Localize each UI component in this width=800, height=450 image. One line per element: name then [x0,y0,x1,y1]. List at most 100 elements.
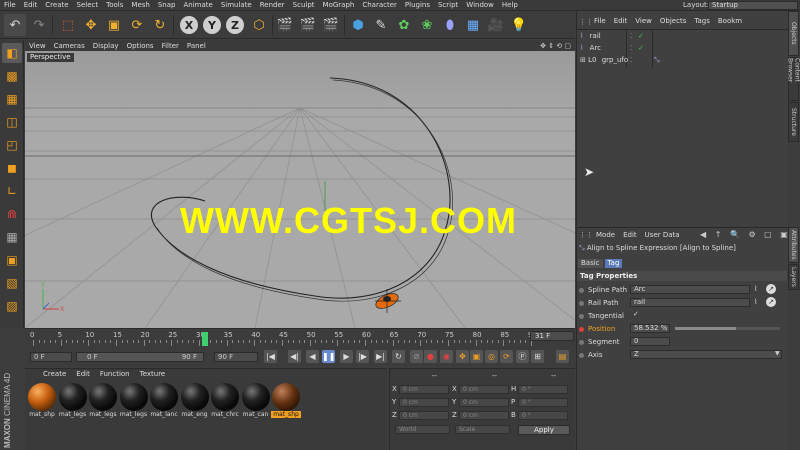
snap-magnet-icon[interactable]: ⋒ [2,204,22,224]
keyframe-selection-icon[interactable]: ✥ [456,350,469,363]
object-menu-tags[interactable]: Tags [690,17,714,25]
coord-space-dropdown[interactable]: World [395,425,450,434]
attribute-nav-icons[interactable]: ◀ ↑ 🔍 ⚙ ▢ ▣ [700,230,791,239]
previous-key-icon[interactable]: ◀| [288,350,301,363]
rotate-icon[interactable]: ⟳ [126,14,148,36]
spline-link-icon[interactable]: ⌇ [754,298,763,307]
attribute-grip-icon[interactable]: ⋮⋮ [579,231,593,239]
coord-mode-dropdown[interactable]: Scale [455,425,510,434]
coord-value-field[interactable]: 0 ° [518,411,568,420]
apply-button[interactable]: Apply [518,425,570,435]
viewport-menu-filter[interactable]: Filter [158,42,183,50]
menu-mesh[interactable]: Mesh [127,1,153,9]
loop-icon[interactable]: ↻ [392,350,405,363]
viewport-menu-options[interactable]: Options [123,42,158,50]
workplane-icon[interactable]: ▦ [2,89,22,109]
autokey-icon[interactable]: ◉ [440,350,453,363]
attribute-menu-mode[interactable]: Mode [592,231,619,239]
deformer-icon[interactable]: ⬮ [439,14,461,36]
object-menu-view[interactable]: View [631,17,656,25]
menu-script[interactable]: Script [434,1,462,9]
array-icon[interactable]: ❀ [416,14,438,36]
coord-value-field[interactable]: 0 cm [459,398,509,407]
position-key-icon[interactable]: ▣ [470,350,483,363]
x-axis-button[interactable]: X [180,16,198,34]
redo-icon[interactable]: ↷ [28,14,50,36]
parameter-key-icon[interactable]: Ⓟ [516,350,529,363]
menu-sculpt[interactable]: Sculpt [289,1,319,9]
visibility-dots-icon[interactable]: ⁚ [630,43,632,54]
recent-tool-icon[interactable]: ↻ [149,14,171,36]
scale-key-icon[interactable]: ◎ [485,350,498,363]
menu-window[interactable]: Window [462,1,498,9]
object-row-arc[interactable]: ⌇ Arc ⁚ ✓ [580,43,785,54]
timeline[interactable]: 051015202530354045505560657075808590 [25,328,575,348]
material-menu-function[interactable]: Function [95,370,135,378]
material-swatch[interactable]: mat_legs [119,383,149,418]
material-swatch[interactable]: mat_chrc [210,383,240,418]
attribute-menu-edit[interactable]: Edit [619,231,641,239]
attribute-value[interactable]: 0 [630,337,670,346]
viewport-menu-panel[interactable]: Panel [183,42,210,50]
subdivision-icon[interactable]: ✿ [393,14,415,36]
menu-mograph[interactable]: MoGraph [319,1,359,9]
go-to-end-icon[interactable]: ▶| [374,350,387,363]
viewport-menu-view[interactable]: View [25,42,50,50]
align-to-spline-tag-icon[interactable]: ⤡ [654,55,660,66]
attribute-value[interactable]: Z [630,350,782,359]
attribute-value[interactable]: rail [630,298,750,307]
menu-select[interactable]: Select [73,1,103,9]
object-menu-objects[interactable]: Objects [656,17,690,25]
object-row-rail[interactable]: ⌇ rail ⁚ ✓ [580,31,785,42]
end-frame-field[interactable]: 90 F [214,352,258,362]
menu-help[interactable]: Help [498,1,522,9]
pen-spline-icon[interactable]: ✎ [370,14,392,36]
object-menu-bookmarks[interactable]: Bookm [714,17,746,25]
coord-value-field[interactable]: 0 cm [399,411,449,420]
viewport-menu-cameras[interactable]: Cameras [50,42,89,50]
timeline-window-icon[interactable]: ▤ [556,350,569,363]
z-axis-button[interactable]: Z [226,16,244,34]
tab-objects[interactable]: Objects [788,11,799,56]
tab-tag[interactable]: Tag [604,259,623,268]
visibility-dots-icon[interactable]: ⁚ [630,31,632,42]
pick-object-icon[interactable]: ↗ [766,297,776,307]
object-menu-edit[interactable]: Edit [610,17,632,25]
menu-simulate[interactable]: Simulate [217,1,256,9]
start-frame-field[interactable]: 0 F [30,352,72,362]
menu-tools[interactable]: Tools [102,1,127,9]
current-frame-field[interactable]: 31 F [530,331,574,341]
enabled-check-icon[interactable]: ✓ [638,43,644,54]
motion-record-icon[interactable]: ⊘ [410,350,423,363]
material-swatch[interactable]: mat_legs [88,383,118,418]
preview-range-slider[interactable]: 0 F 90 F [76,352,204,362]
pla-key-icon[interactable]: ⊞ [531,350,544,363]
coord-value-field[interactable]: 0 ° [518,385,568,394]
playhead[interactable] [201,332,208,346]
attribute-value[interactable]: ✓ [630,311,670,320]
keyframe-dot-icon[interactable] [579,326,584,332]
menu-edit[interactable]: Edit [20,1,42,9]
coord-value-field[interactable]: 0 cm [459,411,509,420]
layout-dropdown[interactable]: Startup [708,1,798,10]
coord-value-field[interactable]: 0 ° [518,398,568,407]
scale-icon[interactable]: ▣ [103,14,125,36]
expand-plus-icon[interactable]: ⊞ [580,56,586,64]
material-swatch[interactable]: mat_eng [180,383,210,418]
edges-mode-icon[interactable]: ◰ [2,135,22,155]
material-menu-edit[interactable]: Edit [71,370,95,378]
tab-content-browser[interactable]: Content Browser [787,57,800,101]
model-mode-icon[interactable]: ◧ [2,43,22,63]
solo-hierarchy-icon[interactable]: ▨ [2,296,22,316]
floor-icon[interactable]: ▦ [462,14,484,36]
coord-value-field[interactable]: 0 cm [399,398,449,407]
camera-icon[interactable]: 🎥 [485,14,507,36]
tab-layers[interactable]: Layers [788,264,799,290]
rotation-key-icon[interactable]: ⟳ [500,350,513,363]
tab-structure[interactable]: Structure [788,102,799,142]
go-to-start-icon[interactable]: |◀ [264,350,277,363]
texture-mode-icon[interactable]: ▩ [2,66,22,86]
coord-value-field[interactable]: 0 cm [459,385,509,394]
material-menu-create[interactable]: Create [38,370,71,378]
object-row-grp-ufo[interactable]: ⊞ L0 grp_ufo ⁚ ⤡ [580,55,785,66]
